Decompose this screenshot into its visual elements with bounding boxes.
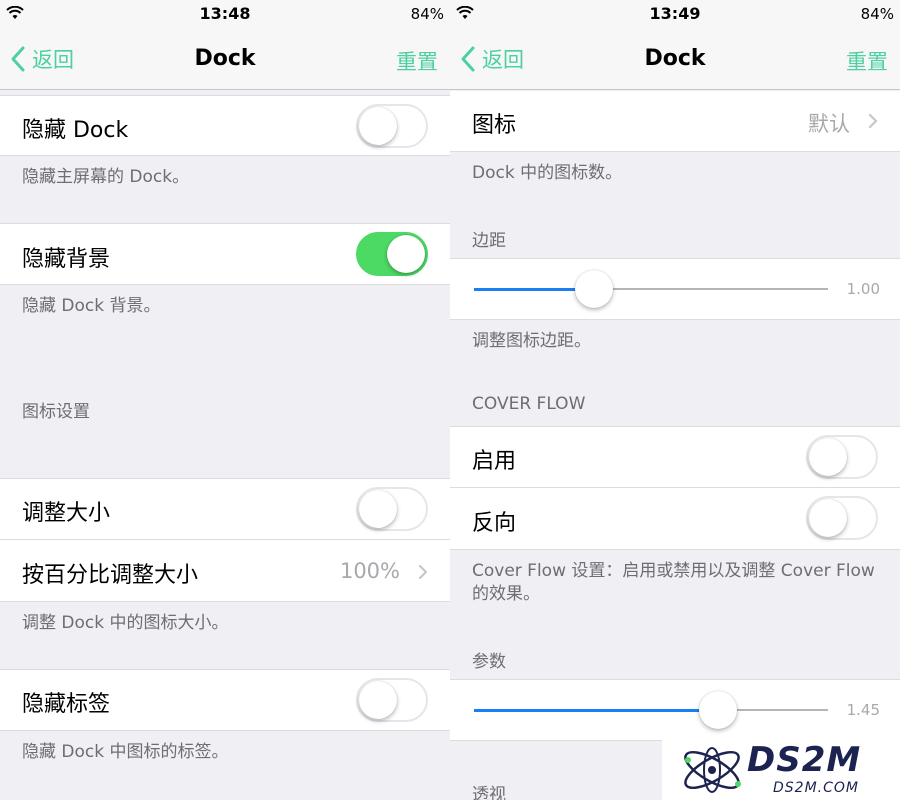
status-time: 13:49 [649, 4, 701, 23]
switch-knob [359, 490, 397, 528]
hide-dock-switch[interactable] [356, 104, 428, 148]
slider-thumb[interactable] [575, 270, 613, 308]
margin-footnote: 调整图标边距。 [472, 331, 591, 351]
hide-background-cell: 隐藏背景 [0, 223, 450, 285]
resize-percent-value: 100% [339, 559, 400, 583]
enable-switch[interactable] [806, 435, 878, 479]
battery-percent: 84% [860, 5, 894, 23]
status-bar: 13:49 84% [450, 0, 900, 30]
reverse-label: 反向 [472, 511, 517, 536]
atom-logo-icon [684, 747, 741, 793]
right-screen: 13:49 84% 返回 Dock 重置 图标 默认 Dock 中的图标数。 边… [450, 0, 900, 800]
watermark-title: DS2M [747, 740, 862, 780]
cover-flow-header: COVER FLOW [472, 394, 586, 414]
switch-knob [809, 438, 847, 476]
slider-track [594, 288, 828, 290]
switch-knob [387, 235, 425, 273]
hide-dock-label: 隐藏 Dock [22, 118, 129, 143]
hide-background-footnote: 隐藏 Dock 背景。 [22, 296, 161, 316]
params-header: 参数 [472, 652, 506, 672]
reset-button[interactable]: 重置 [846, 46, 888, 76]
slider-thumb[interactable] [699, 691, 737, 729]
navigation-bar: 返回 Dock 重置 [0, 30, 450, 90]
page-title: Dock [644, 46, 706, 71]
margin-slider[interactable] [474, 259, 828, 321]
params-value: 1.45 [846, 701, 880, 719]
hide-dock-footnote: 隐藏主屏幕的 Dock。 [22, 167, 190, 187]
slider-fill [474, 709, 718, 712]
switch-knob [809, 499, 847, 537]
resize-footnote: 调整 Dock 中的图标大小。 [22, 613, 229, 633]
icons-cell[interactable]: 图标 默认 [450, 91, 900, 152]
hide-background-label: 隐藏背景 [22, 247, 111, 272]
resize-percent-label: 按百分比调整大小 [22, 563, 199, 588]
margin-value: 1.00 [846, 280, 880, 298]
margin-slider-cell: 1.00 [450, 258, 900, 320]
switch-knob [359, 681, 397, 719]
icons-label: 图标 [472, 113, 517, 138]
hide-labels-switch[interactable] [356, 678, 428, 722]
resize-percent-cell[interactable]: 按百分比调整大小 100% [0, 540, 450, 602]
params-slider-cell: 1.45 [450, 679, 900, 741]
chevron-right-icon [868, 113, 878, 129]
page-title: Dock [194, 46, 256, 71]
icons-footnote: Dock 中的图标数。 [472, 163, 623, 183]
params-slider[interactable] [474, 680, 828, 742]
cover-flow-footnote: Cover Flow 设置：启用或禁用以及调整 Cover Flow 的效果。 [472, 561, 875, 604]
reverse-switch[interactable] [806, 496, 878, 540]
resize-switch[interactable] [356, 487, 428, 531]
margin-header: 边距 [472, 231, 506, 251]
switch-knob [359, 107, 397, 145]
perspective-header: 透视 [472, 785, 506, 800]
hide-dock-cell: 隐藏 Dock [0, 95, 450, 156]
hide-labels-label: 隐藏标签 [22, 692, 111, 717]
reset-button[interactable]: 重置 [396, 46, 438, 76]
battery-percent: 84% [410, 5, 444, 23]
icon-settings-header: 图标设置 [22, 402, 90, 422]
hide-labels-footnote: 隐藏 Dock 中图标的标签。 [22, 742, 229, 762]
navigation-bar: 返回 Dock 重置 [450, 30, 900, 90]
left-screen: 13:48 84% 返回 Dock 重置 隐藏 Dock 隐藏主屏幕的 Dock… [0, 0, 450, 800]
watermark-subtitle: DS2M.COM [773, 780, 859, 796]
resize-cell: 调整大小 [0, 478, 450, 540]
enable-cell: 启用 [450, 426, 900, 488]
reverse-cell: 反向 [450, 488, 900, 550]
status-bar: 13:48 84% [0, 0, 450, 30]
hide-background-switch[interactable] [356, 232, 428, 276]
enable-label: 启用 [472, 449, 517, 474]
resize-label: 调整大小 [22, 501, 111, 526]
status-time: 13:48 [199, 4, 251, 23]
watermark: DS2M DS2M.COM [662, 740, 900, 800]
hide-labels-cell: 隐藏标签 [0, 669, 450, 731]
chevron-right-icon [418, 564, 428, 580]
icons-value: 默认 [808, 112, 850, 136]
